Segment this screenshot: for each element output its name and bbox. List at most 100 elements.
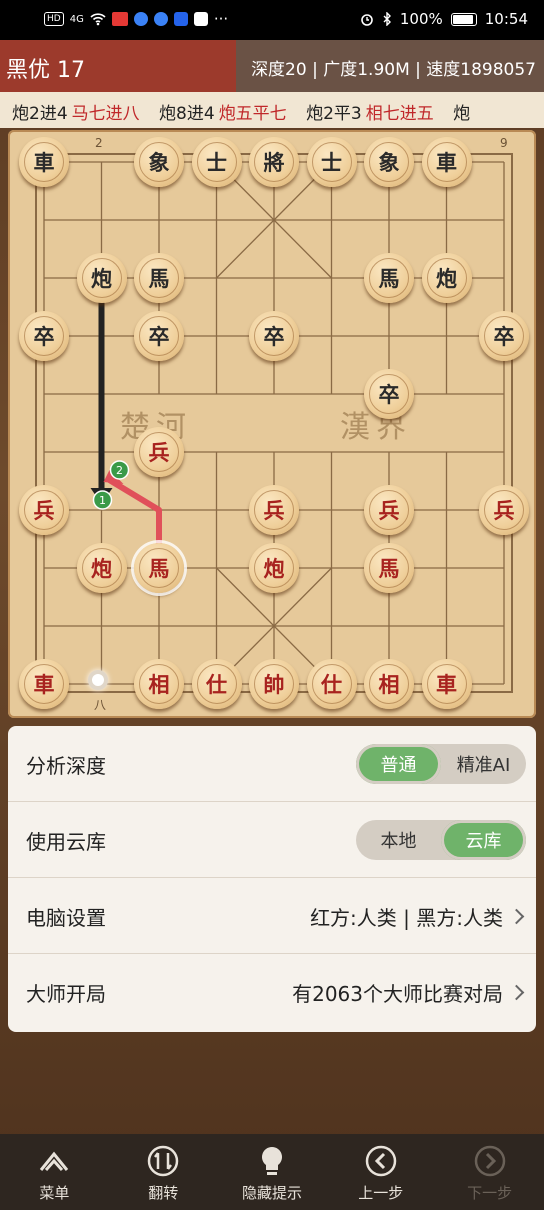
red-piece[interactable]: 兵 [249, 485, 299, 535]
red-piece[interactable]: 帥 [249, 659, 299, 709]
prev-icon [365, 1145, 397, 1177]
principal-variation[interactable]: 炮2进4 马七进八 炮8进4 炮五平七 炮2平3 相七进五 炮 [0, 92, 544, 128]
advantage-label: 黑优 17 [0, 40, 236, 92]
piece-glyph: 卒 [484, 316, 524, 356]
wifi-icon [90, 13, 106, 26]
black-piece[interactable]: 卒 [134, 311, 184, 361]
black-piece[interactable]: 象 [134, 137, 184, 187]
black-piece[interactable]: 車 [421, 137, 472, 187]
piece-glyph: 兵 [369, 490, 409, 530]
move-red: 相七进五 [365, 104, 434, 124]
hint-badge-1-text: 1 [99, 494, 106, 507]
black-piece[interactable]: 將 [249, 137, 299, 187]
piece-glyph: 車 [426, 664, 467, 704]
cloud-library-row: 使用云库 本地 云库 [8, 802, 536, 878]
red-piece[interactable]: 車 [19, 659, 69, 709]
flip-button[interactable]: 翻转 [109, 1134, 218, 1210]
red-piece[interactable]: 仕 [191, 659, 242, 709]
black-piece[interactable]: 車 [19, 137, 69, 187]
master-openings-label: 大师开局 [26, 982, 106, 1006]
piece-glyph: 帥 [254, 664, 294, 704]
black-piece[interactable]: 炮 [421, 253, 472, 303]
depth-option-normal[interactable]: 普通 [356, 744, 441, 784]
piece-glyph: 卒 [369, 374, 409, 414]
black-piece[interactable]: 炮 [76, 253, 127, 303]
chevron-right-icon [508, 984, 525, 1001]
app-notification-icon [133, 12, 148, 26]
computer-settings-row[interactable]: 电脑设置 红方:人类 | 黑方:人类 [8, 878, 536, 954]
piece-glyph: 車 [426, 142, 467, 182]
red-piece[interactable]: 仕 [306, 659, 357, 709]
analysis-depth-toggle[interactable]: 普通 精准AI [356, 744, 526, 784]
piece-glyph: 將 [254, 142, 294, 182]
clock: 10:54 [484, 10, 528, 28]
xiangqi-board[interactable]: 12 楚河 漢界 2 9 八 車象士將士象車炮馬馬炮卒卒卒卒卒兵兵兵兵兵炮馬炮馬… [8, 130, 536, 718]
master-openings-row[interactable]: 大师开局 有2063个大师比赛对局 [8, 954, 536, 1030]
bulb-icon [261, 1147, 282, 1175]
piece-glyph: 仕 [311, 664, 352, 704]
black-piece[interactable]: 卒 [479, 311, 529, 361]
move-marker-icon[interactable] [88, 670, 108, 690]
red-piece[interactable]: 相 [134, 659, 184, 709]
menu-button[interactable]: 菜单 [0, 1134, 109, 1210]
next-step-button[interactable]: 下一步 [435, 1134, 544, 1210]
black-piece[interactable]: 象 [364, 137, 414, 187]
cloud-library-toggle[interactable]: 本地 云库 [356, 820, 526, 860]
piece-glyph: 兵 [484, 490, 524, 530]
red-piece[interactable]: 兵 [19, 485, 69, 535]
piece-glyph: 兵 [24, 490, 64, 530]
flip-label: 翻转 [148, 1184, 179, 1202]
black-piece[interactable]: 士 [306, 137, 357, 187]
flip-icon [147, 1145, 179, 1177]
black-piece[interactable]: 馬 [134, 253, 184, 303]
red-piece[interactable]: 兵 [364, 485, 414, 535]
red-piece[interactable]: 馬 [364, 543, 414, 593]
app-notification-icon [111, 12, 128, 26]
red-piece[interactable]: 兵 [479, 485, 529, 535]
piece-glyph: 車 [24, 142, 64, 182]
app-notification-icon [153, 12, 168, 26]
black-piece[interactable]: 馬 [364, 253, 414, 303]
cloud-option-local[interactable]: 本地 [356, 820, 441, 860]
analysis-depth-label: 分析深度 [26, 754, 106, 778]
piece-glyph: 卒 [24, 316, 64, 356]
piece-glyph: 馬 [369, 548, 409, 588]
previous-step-label: 上一步 [358, 1184, 404, 1202]
piece-glyph: 象 [139, 142, 179, 182]
piece-glyph: 馬 [369, 258, 409, 298]
move-black: 炮8进4 [159, 104, 215, 124]
file-label: 9 [500, 136, 508, 150]
piece-glyph: 士 [311, 142, 352, 182]
piece-glyph: 相 [369, 664, 409, 704]
master-openings-value: 有2063个大师比赛对局 [292, 982, 503, 1006]
settings-panel: 分析深度 普通 精准AI 使用云库 本地 云库 电脑设置 红方:人类 | 黑方:… [8, 726, 536, 1032]
move-red: 炮五平七 [218, 104, 287, 124]
red-piece[interactable]: 相 [364, 659, 414, 709]
red-piece[interactable]: 炮 [249, 543, 299, 593]
chevron-right-icon [508, 908, 525, 925]
red-piece[interactable]: 炮 [76, 543, 127, 593]
piece-glyph: 炮 [81, 258, 122, 298]
black-piece[interactable]: 士 [191, 137, 242, 187]
battery-percent: 100% [399, 10, 443, 28]
battery-icon [450, 12, 477, 26]
black-piece[interactable]: 卒 [364, 369, 414, 419]
red-piece[interactable]: 兵 [134, 427, 184, 477]
piece-glyph: 相 [139, 664, 179, 704]
evaluation-bar: 黑优 17 深度20 | 广度1.90M | 速度1898057 [0, 40, 544, 92]
next-icon [474, 1145, 505, 1177]
next-step-label: 下一步 [467, 1184, 513, 1202]
move-black: 炮 [453, 104, 471, 124]
hide-hint-button[interactable]: 隐藏提示 [218, 1134, 327, 1210]
previous-step-button[interactable]: 上一步 [326, 1134, 435, 1210]
red-piece[interactable]: 車 [421, 659, 472, 709]
black-piece[interactable]: 卒 [19, 311, 69, 361]
piece-glyph: 卒 [139, 316, 179, 356]
analysis-depth-row: 分析深度 普通 精准AI [8, 726, 536, 802]
red-piece[interactable]: 馬 [134, 543, 184, 593]
black-piece[interactable]: 卒 [249, 311, 299, 361]
depth-option-precise-ai[interactable]: 精准AI [441, 744, 526, 784]
app-notification-icon [193, 12, 208, 26]
cloud-option-cloud[interactable]: 云库 [441, 820, 526, 860]
network-label: 4G [69, 13, 84, 25]
